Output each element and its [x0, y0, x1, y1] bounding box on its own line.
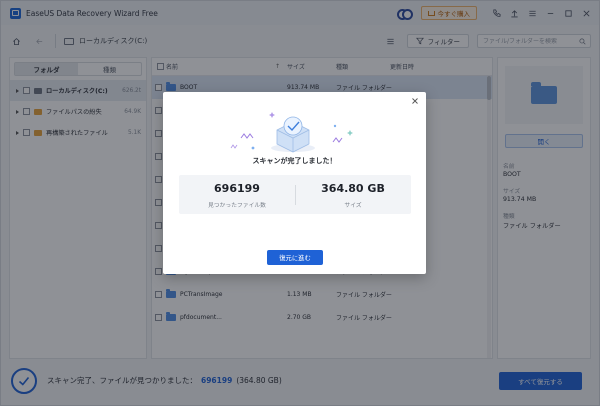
stat-total-size-label: サイズ [344, 203, 362, 209]
scan-complete-dialog: スキャンが完了しました！ 696199 見つかったファイル数 364.80 GB… [163, 92, 426, 274]
close-icon [412, 98, 418, 104]
proceed-to-recover-button[interactable]: 復元に進む [267, 250, 323, 265]
scan-complete-illustration-icon [230, 112, 353, 153]
stat-file-count-value: 696199 [214, 182, 260, 195]
modal-overlay: スキャンが完了しました！ 696199 見つかったファイル数 364.80 GB… [0, 0, 600, 406]
dialog-title: スキャンが完了しました！ [252, 157, 337, 165]
stat-total-size: 364.80 GB サイズ [295, 175, 411, 214]
stat-total-size-value: 364.80 GB [321, 182, 385, 195]
stat-file-count-label: 見つかったファイル数 [208, 203, 266, 209]
dialog-close-button[interactable] [410, 96, 420, 106]
scan-stats: 696199 見つかったファイル数 364.80 GB サイズ [179, 175, 411, 214]
stat-file-count: 696199 見つかったファイル数 [179, 175, 295, 214]
